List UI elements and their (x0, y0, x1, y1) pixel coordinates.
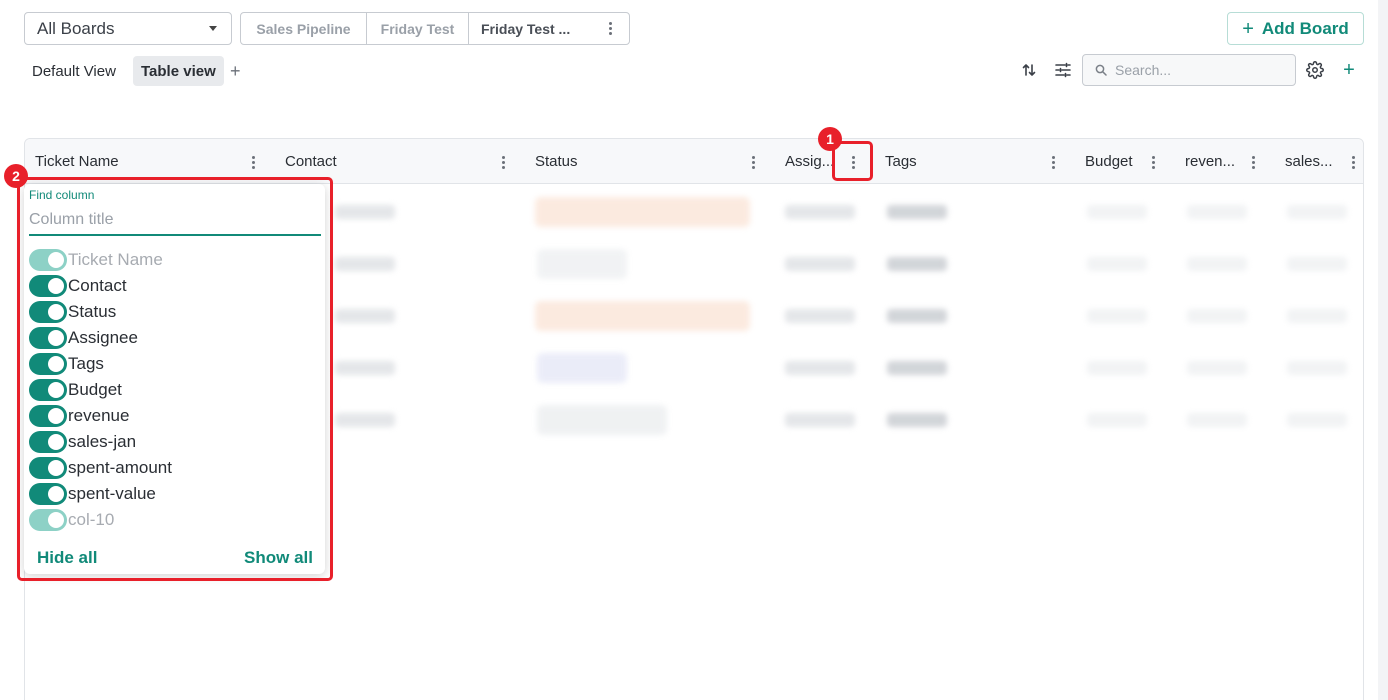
column-header-sales[interactable]: sales... (1285, 139, 1333, 184)
board-select[interactable]: All Boards (24, 12, 232, 45)
annotation-badge-1: 1 (818, 127, 842, 151)
gear-icon (1306, 61, 1324, 79)
add-board-button[interactable]: + Add Board (1227, 12, 1364, 45)
view-tab-label: Default View (32, 62, 116, 80)
plus-icon: + (1242, 17, 1254, 40)
column-header-label: Status (535, 153, 578, 170)
column-header-label: Contact (285, 153, 337, 170)
column-header-label: Budget (1085, 153, 1133, 170)
column-menu-button[interactable] (1247, 153, 1259, 171)
annotation-badge-2: 2 (4, 164, 28, 188)
board-tab-label: Sales Pipeline (256, 20, 351, 37)
settings-button[interactable] (1301, 56, 1329, 84)
more-vertical-icon (1048, 155, 1058, 169)
search-placeholder: Search... (1115, 62, 1172, 78)
column-header-label: reven... (1185, 153, 1236, 170)
annotation-badge-label: 1 (826, 131, 834, 147)
more-vertical-icon[interactable] (605, 22, 615, 35)
column-header-label: sales... (1285, 153, 1333, 170)
board-tab-friday-test-2[interactable]: Friday Test ... (469, 13, 629, 44)
column-menu-button[interactable] (1047, 153, 1059, 171)
column-header-label: Assig... (785, 153, 835, 170)
caret-down-icon (209, 26, 217, 31)
search-box[interactable]: Search... (1082, 54, 1296, 86)
add-board-label: Add Board (1261, 18, 1349, 38)
page-scrollbar[interactable] (1378, 0, 1388, 700)
view-tab-label: Table view (141, 62, 216, 80)
more-vertical-icon (1348, 155, 1358, 169)
add-view-button[interactable]: + (230, 56, 241, 86)
filter-sliders-icon (1055, 62, 1071, 78)
column-header-revenue[interactable]: reven... (1185, 139, 1235, 184)
sort-button[interactable] (1015, 56, 1043, 84)
column-menu-button[interactable] (1347, 153, 1359, 171)
more-vertical-icon (1248, 155, 1258, 169)
column-menu-button[interactable] (1147, 153, 1159, 171)
board-tab-label: Friday Test ... (481, 20, 571, 37)
more-vertical-icon (248, 155, 258, 169)
more-vertical-icon (1148, 155, 1158, 169)
annotation-highlight-2 (17, 177, 333, 581)
column-header-label: Ticket Name (35, 153, 119, 170)
column-header-label: Tags (885, 153, 917, 170)
board-tab-sales-pipeline[interactable]: Sales Pipeline (241, 13, 367, 44)
annotation-badge-label: 2 (12, 168, 20, 184)
board-tabs: Sales Pipeline Friday Test Friday Test .… (240, 12, 630, 45)
view-tab-default[interactable]: Default View (24, 56, 124, 86)
column-menu-button[interactable] (247, 153, 259, 171)
column-header-tags[interactable]: Tags (885, 139, 917, 184)
column-header-status[interactable]: Status (535, 139, 578, 184)
sort-icon (1022, 64, 1036, 76)
view-tab-table[interactable]: Table view (133, 56, 224, 86)
more-vertical-icon (498, 155, 508, 169)
column-header-budget[interactable]: Budget (1085, 139, 1133, 184)
plus-icon: + (1343, 58, 1355, 81)
search-icon (1095, 64, 1107, 76)
more-vertical-icon (748, 155, 758, 169)
add-column-button[interactable]: + (1335, 56, 1363, 84)
plus-icon: + (230, 60, 241, 81)
column-menu-button[interactable] (497, 153, 509, 171)
board-select-value: All Boards (37, 18, 115, 38)
filter-button[interactable] (1049, 56, 1077, 84)
column-menu-button[interactable] (747, 153, 759, 171)
board-tab-friday-test[interactable]: Friday Test (367, 13, 469, 44)
board-tab-label: Friday Test (380, 20, 455, 37)
